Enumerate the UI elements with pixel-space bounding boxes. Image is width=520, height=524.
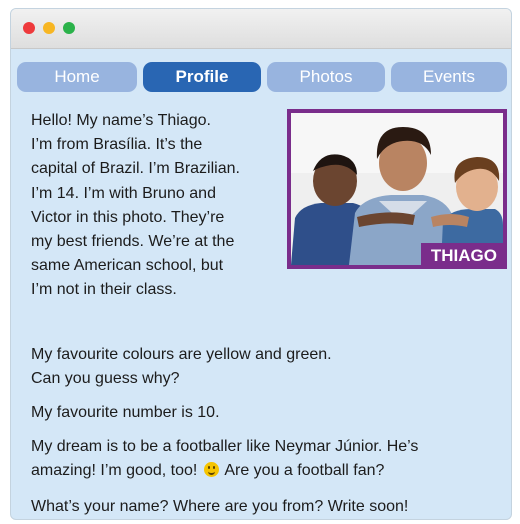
dream-line-part: Are you a football fan? (224, 462, 385, 480)
intro-line: same American school, but (31, 257, 224, 275)
colours-line: My favourite colours are yellow and gree… (31, 346, 332, 363)
intro-line: I’m not in their class. (31, 281, 177, 299)
intro-line: my best friends. We’re at the (31, 233, 235, 251)
number-paragraph: My favourite number is 10. (31, 404, 220, 421)
intro-line: capital of Brazil. I’m Brazilian. (31, 160, 240, 178)
smiley-icon (203, 462, 219, 478)
intro-paragraph: Hello! My name’s Thiago. I’m from Brasíl… (31, 109, 281, 303)
dream-line-2: amazing! I’m good, too! Are you a footba… (31, 459, 501, 483)
profile-photo: THIAGO (287, 109, 507, 269)
colours-paragraph: My favourite colours are yellow and gree… (31, 343, 501, 391)
photo-name-tag: THIAGO (420, 243, 503, 265)
dream-line: My dream is to be a footballer like Neym… (31, 438, 419, 455)
intro-line: Victor in this photo. They’re (31, 208, 225, 226)
intro-line: Hello! My name’s Thiago. (31, 112, 211, 129)
closing-paragraph: What’s your name? Where are you from? Wr… (31, 498, 409, 515)
intro-line: I’m from Brasília. It’s the (31, 136, 203, 154)
profile-content: Hello! My name’s Thiago. I’m from Brasíl… (11, 9, 511, 519)
dream-paragraph: My dream is to be a footballer like Neym… (31, 435, 501, 483)
browser-window: Home Profile Photos Events Hello! My nam… (10, 8, 512, 520)
colours-line: Can you guess why? (31, 370, 180, 388)
intro-line: I’m 14. I’m with Bruno and (31, 184, 216, 202)
dream-line-part: amazing! I’m good, too! (31, 462, 198, 480)
